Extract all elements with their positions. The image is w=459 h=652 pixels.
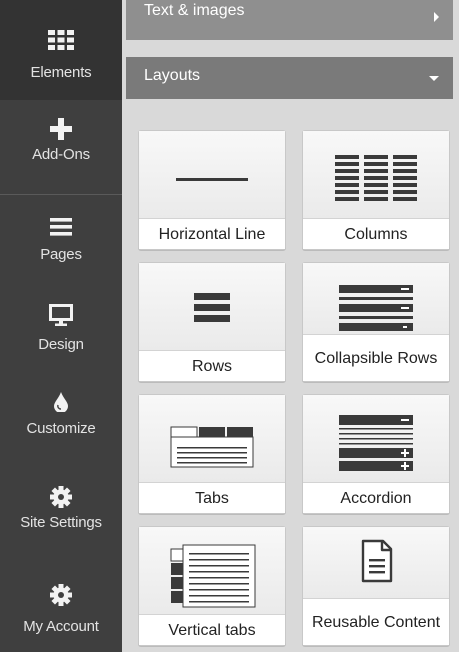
tile-label: Vertical tabs bbox=[139, 614, 285, 645]
tile-rows[interactable]: Rows bbox=[138, 262, 286, 382]
tile-horizontal-line[interactable]: Horizontal Line bbox=[138, 130, 286, 250]
chevron-right-icon bbox=[434, 12, 439, 22]
menu-lines-icon bbox=[50, 218, 72, 236]
section-text-images[interactable]: Text & images bbox=[126, 0, 453, 40]
document-icon bbox=[303, 527, 449, 599]
tile-label: Rows bbox=[139, 350, 285, 381]
droplet-icon bbox=[54, 392, 68, 413]
accordion-icon bbox=[303, 395, 449, 483]
sidebar-item-my-account[interactable]: My Account bbox=[0, 584, 122, 652]
section-title: Layouts bbox=[144, 67, 201, 84]
sidebar-item-customize[interactable]: Customize bbox=[0, 388, 122, 458]
vertical-tabs-icon bbox=[139, 527, 285, 615]
tile-accordion[interactable]: Accordion bbox=[302, 394, 450, 514]
sidebar-item-design[interactable]: Design bbox=[0, 298, 122, 368]
sidebar-item-add-ons[interactable]: Add-Ons bbox=[0, 112, 122, 192]
section-title: Text & images bbox=[144, 2, 245, 19]
chevron-down-icon bbox=[429, 76, 439, 81]
plus-icon bbox=[50, 118, 72, 140]
sidebar-item-label: Pages bbox=[40, 246, 82, 263]
tabs-icon bbox=[139, 395, 285, 483]
gear-icon bbox=[50, 486, 72, 508]
sidebar-item-elements[interactable]: Elements bbox=[0, 0, 122, 100]
sidebar-item-label: Customize bbox=[26, 420, 96, 437]
tile-label: Horizontal Line bbox=[139, 218, 285, 249]
collapsible-rows-icon bbox=[303, 263, 449, 335]
columns-icon bbox=[303, 131, 449, 219]
horizontal-line-icon bbox=[139, 131, 285, 219]
sidebar-item-label: Design bbox=[38, 336, 84, 353]
rows-icon bbox=[139, 263, 285, 351]
grid-icon bbox=[48, 30, 74, 50]
sidebar-item-label: Site Settings bbox=[20, 514, 102, 531]
tile-label: Accordion bbox=[303, 482, 449, 513]
elements-panel: Text & images Layouts Horizontal Line Co… bbox=[122, 0, 459, 652]
tile-tabs[interactable]: Tabs bbox=[138, 394, 286, 514]
sidebar-item-label: Elements bbox=[30, 64, 92, 81]
sidebar-item-pages[interactable]: Pages bbox=[0, 212, 122, 280]
sidebar-item-site-settings[interactable]: Site Settings bbox=[0, 486, 122, 556]
sidebar-divider bbox=[0, 194, 122, 195]
tile-reusable-content[interactable]: Reusable Content bbox=[302, 526, 450, 646]
tile-label: Columns bbox=[303, 218, 449, 249]
tile-label: Tabs bbox=[139, 482, 285, 513]
sidebar-item-label: Add-Ons bbox=[32, 146, 90, 163]
tile-vertical-tabs[interactable]: Vertical tabs bbox=[138, 526, 286, 646]
section-layouts[interactable]: Layouts bbox=[126, 57, 453, 99]
gear-icon bbox=[50, 584, 72, 606]
editor-app: Elements Add-Ons Pages Design Customize … bbox=[0, 0, 459, 652]
tile-label: Collapsible Rows bbox=[303, 334, 449, 381]
left-sidebar: Elements Add-Ons Pages Design Customize … bbox=[0, 0, 122, 652]
sidebar-item-label: My Account bbox=[23, 618, 99, 635]
tile-columns[interactable]: Columns bbox=[302, 130, 450, 250]
monitor-icon bbox=[49, 304, 73, 326]
tile-label: Reusable Content bbox=[303, 598, 449, 645]
tile-collapsible-rows[interactable]: Collapsible Rows bbox=[302, 262, 450, 382]
